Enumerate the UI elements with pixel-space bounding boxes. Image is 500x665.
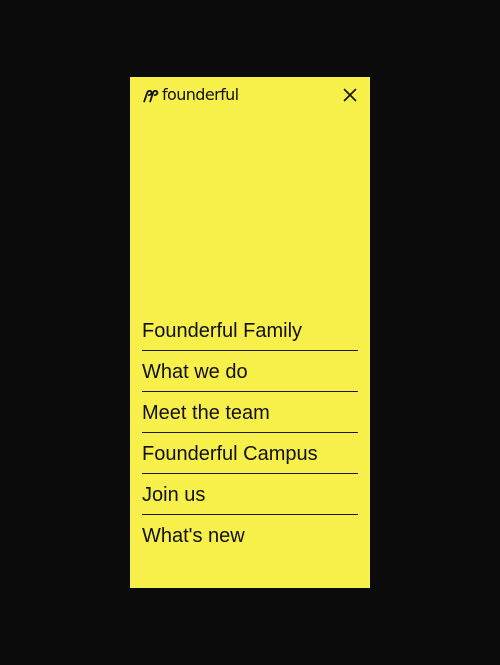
mobile-menu-panel: founderful Founderful Family What we do …: [130, 77, 370, 588]
menu-item-join-us[interactable]: Join us: [142, 475, 358, 515]
menu-item-whats-new[interactable]: What's new: [142, 516, 358, 556]
menu-item-founderful-campus[interactable]: Founderful Campus: [142, 434, 358, 474]
close-icon[interactable]: [342, 87, 358, 103]
brand-logo[interactable]: founderful: [142, 86, 239, 104]
founderful-logo-mark-icon: [143, 89, 159, 103]
main-navigation: Founderful Family What we do Meet the te…: [142, 311, 358, 557]
menu-item-what-we-do[interactable]: What we do: [142, 352, 358, 392]
page-backdrop: founderful Founderful Family What we do …: [0, 0, 500, 665]
menu-item-meet-the-team[interactable]: Meet the team: [142, 393, 358, 433]
menu-header: founderful: [142, 85, 358, 105]
brand-name: founderful: [162, 85, 239, 104]
menu-item-founderful-family[interactable]: Founderful Family: [142, 311, 358, 351]
